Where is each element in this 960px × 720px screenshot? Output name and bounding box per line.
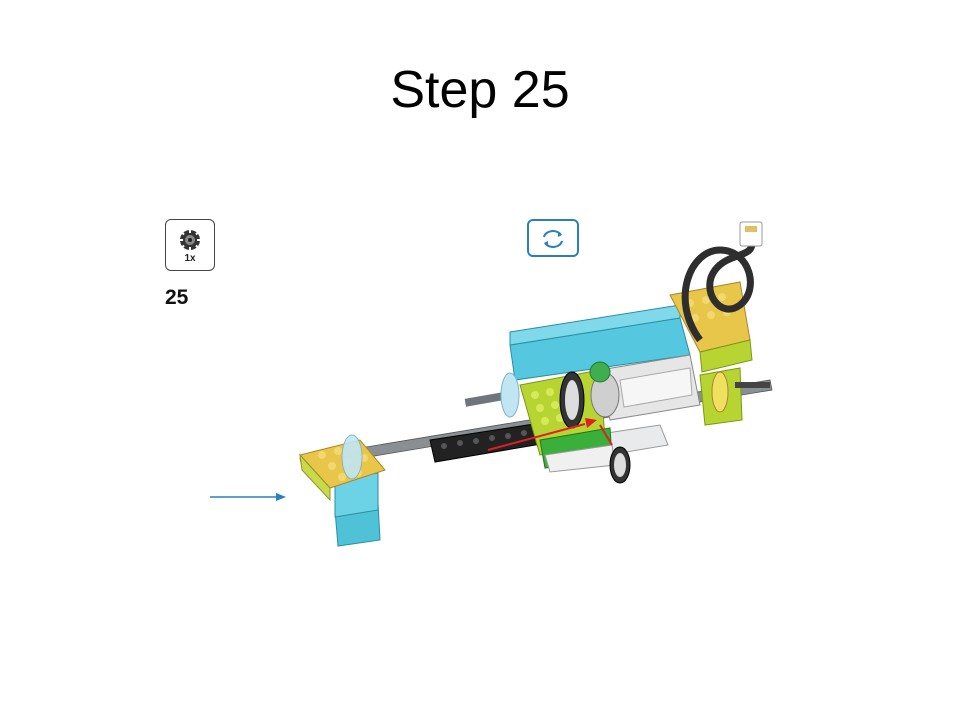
- step-number: 25: [165, 286, 189, 309]
- slide-title: Step 25: [390, 61, 570, 119]
- placement-arrow: [210, 493, 286, 501]
- lego-model-illustration: [210, 221, 773, 547]
- motor: [589, 354, 701, 421]
- gear-icon: [179, 229, 201, 251]
